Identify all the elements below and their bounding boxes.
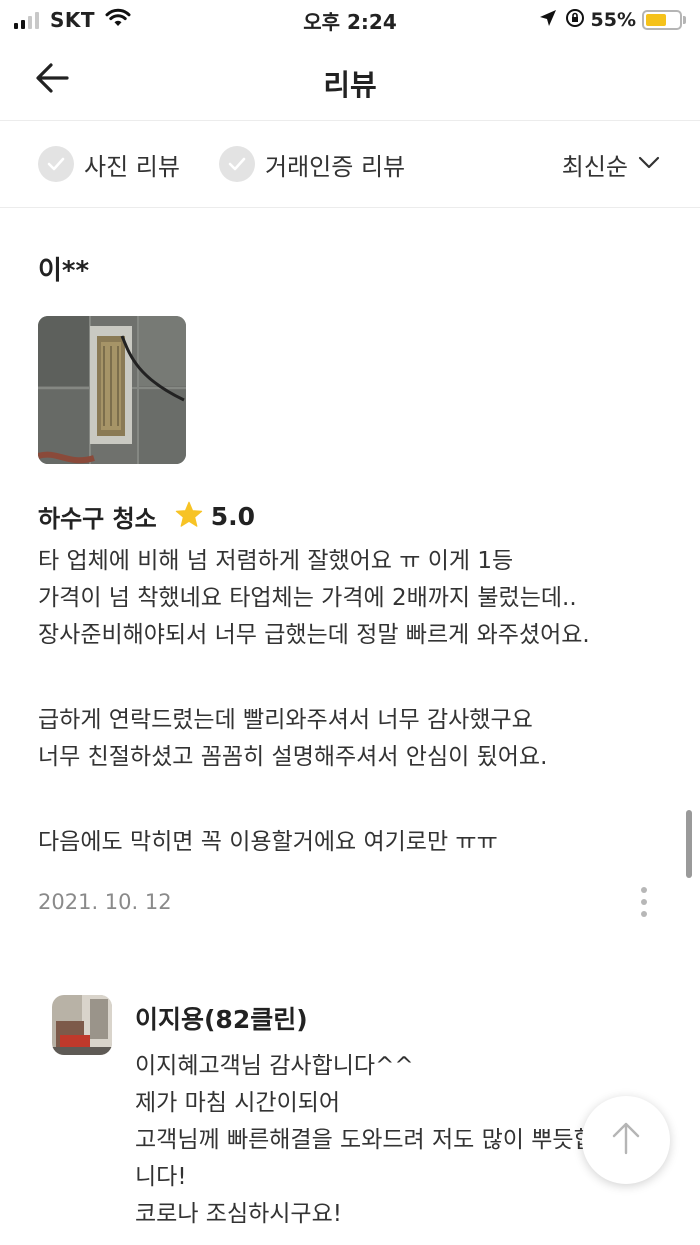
photo-review-filter[interactable]: 사진 리뷰 (38, 146, 180, 182)
reviewer-name: 이** (38, 256, 90, 286)
more-vertical-icon-dot (641, 887, 647, 893)
reply-text-line: 코로나 조심하시구요! (135, 1201, 342, 1227)
rating-value: 5.0 (210, 501, 256, 531)
nav-bar: 리뷰 (0, 40, 700, 121)
check-circle-icon (38, 146, 74, 182)
review-photo[interactable] (38, 316, 186, 464)
reply-text-line: 니다! (135, 1164, 187, 1190)
more-vertical-icon-dot (641, 911, 647, 917)
review-date: 2021. 10. 12 (38, 890, 172, 914)
reply-author-avatar (52, 995, 112, 1055)
location-arrow-icon (539, 9, 557, 31)
more-vertical-icon-dot (641, 899, 647, 905)
review-text-blank-line (38, 654, 678, 702)
review-text-line: 급하게 연락드렸는데 빨리와주셔서 너무 감사했구요 (38, 707, 533, 733)
check-circle-icon (219, 146, 255, 182)
reply-author-name: 이지용(82클린) (135, 1005, 308, 1034)
status-right: 55% (539, 8, 686, 32)
chevron-down-icon (638, 155, 660, 174)
reply-text-line: 고객님께 빠른해결을 도와드려 저도 많이 뿌듯합 (135, 1127, 595, 1153)
review-text-line: 장사준비해야되서 너무 급했는데 정말 빠르게 와주셨어요. (38, 622, 590, 648)
review-text-line: 너무 친절하셨고 꼼꼼히 설명해주셔서 안심이 됬어요. (38, 744, 548, 770)
filter-bar: 사진 리뷰 거래인증 리뷰 최신순 (0, 121, 700, 208)
status-bar: SKT 오후 2:24 55% (0, 0, 700, 40)
review-text-line: 다음에도 막히면 꼭 이용할거에요 여기로만 ㅠㅠ (38, 829, 498, 855)
review-text: 타 업체에 비해 넘 저렴하게 잘했어요 ㅠ 이게 1등 가격이 넘 착했네요 … (38, 543, 678, 861)
more-options-button[interactable] (632, 884, 656, 920)
service-name: 하수구 청소 (38, 504, 157, 533)
review-text-line: 타 업체에 비해 넘 저렴하게 잘했어요 ㅠ 이게 1등 (38, 548, 514, 574)
arrow-up-icon (611, 1121, 641, 1159)
service-rating-row: 하수구 청소 5.0 (38, 500, 256, 533)
review-text-line: 가격이 넘 착했네요 타업체는 가격에 2배까지 불렀는데.. (38, 585, 577, 611)
reply-text-line: 이지혜고객님 감사합니다^^ (135, 1053, 414, 1079)
photo-review-label: 사진 리뷰 (84, 152, 180, 181)
reply-text: 이지혜고객님 감사합니다^^ 제가 마침 시간이되어 고객님께 빠른해결을 도와… (135, 1048, 655, 1233)
verified-review-label: 거래인증 리뷰 (265, 152, 406, 181)
review-text-blank-line (38, 776, 678, 824)
scrollbar[interactable] (686, 810, 692, 878)
sort-label: 최신순 (561, 152, 628, 181)
reply-text-line: 제가 마침 시간이되어 (135, 1090, 341, 1116)
battery-percent: 55% (590, 9, 636, 31)
verified-review-filter[interactable]: 거래인증 리뷰 (219, 146, 405, 182)
sort-dropdown[interactable]: 최신순 (562, 146, 660, 182)
rotation-lock-icon (565, 8, 585, 32)
battery-icon (642, 10, 682, 30)
page-title: 리뷰 (323, 68, 377, 102)
star-icon (175, 501, 203, 532)
scroll-to-top-button[interactable] (582, 1096, 670, 1184)
